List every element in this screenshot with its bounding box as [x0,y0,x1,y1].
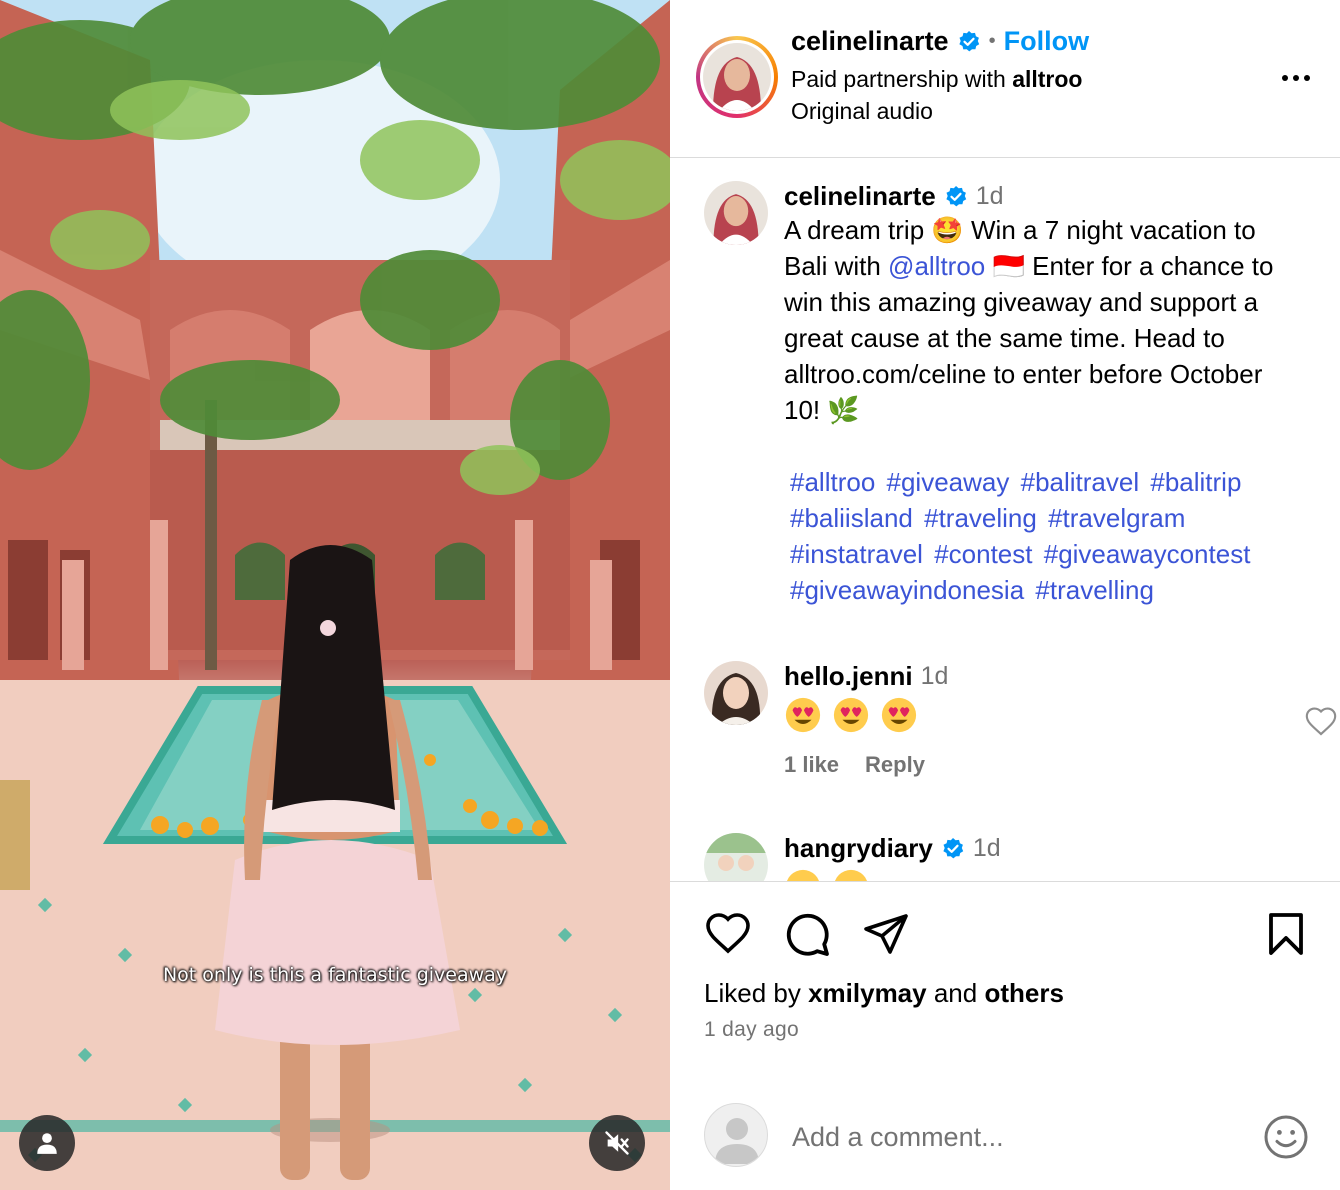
caption-username[interactable]: celinelinarte [784,181,936,212]
post-actions: Liked by xmilymay and others 1 day ago [670,881,1340,1091]
caption-time[interactable]: 1d [976,182,1004,211]
post-header: celinelinarte • Follow Paid partnership … [670,0,1340,158]
comment-time[interactable]: 1d [973,834,1001,863]
mention-link[interactable]: @alltroo [888,251,985,281]
mute-toggle-button[interactable] [589,1115,645,1171]
verified-badge-icon [946,185,966,206]
media-scene [0,0,670,1190]
comment-input[interactable] [792,1117,1222,1157]
hashtag-link[interactable]: #contest [934,539,1032,569]
hashtag-link[interactable]: #giveawaycontest [1044,539,1251,569]
caption-avatar[interactable] [704,181,768,245]
header-user-row: celinelinarte • Follow [791,26,1089,57]
hashtag-link[interactable]: #travelling [1035,575,1154,605]
emoji-indonesia-flag: 🇮🇩 [992,251,1025,281]
hashtag-link[interactable]: #giveawayindonesia [790,575,1024,605]
more-icon [1282,75,1288,81]
emoji-star-struck: 🤩 [931,215,964,245]
comment-likes-count[interactable]: 1 like [784,752,839,778]
comment-time[interactable]: 1d [921,662,949,691]
like-comment-heart-icon[interactable] [1304,705,1338,739]
hashtag-link[interactable]: #balitravel [1021,467,1140,497]
liked-by-summary[interactable]: Liked by xmilymay and others [704,978,1064,1009]
more-options-button[interactable] [1276,66,1316,90]
liked-by-others[interactable]: others [984,978,1063,1008]
emoji-herb: 🌿 [827,395,860,425]
heart-eyes-emoji [785,697,821,733]
partner-link[interactable]: alltroo [1012,66,1082,92]
hashtag-link[interactable]: #alltroo [790,467,875,497]
author-avatar-image [703,43,771,111]
follow-button[interactable]: Follow [1004,26,1089,57]
liked-by-user[interactable]: xmilymay [808,978,927,1008]
post-details-panel: celinelinarte • Follow Paid partnership … [670,0,1340,1190]
current-user-avatar [704,1103,768,1167]
separator-dot: • [988,30,996,52]
comment-icon[interactable] [783,910,831,958]
hashtag-list: #alltroo #giveaway #balitravel #balitrip… [784,464,1304,608]
caption-text: A dream trip 🤩 Win a 7 night vacation to… [784,215,1274,425]
heart-icon[interactable] [704,910,752,958]
video-caption-overlay: Not only is this a fantastic giveaway [162,964,508,986]
bookmark-icon[interactable] [1262,910,1310,958]
share-icon[interactable] [862,910,910,958]
hashtag-link[interactable]: #traveling [924,503,1037,533]
hashtag-link[interactable]: #travelgram [1048,503,1185,533]
comment-text [784,868,1304,881]
emoji-partial [786,869,820,881]
hashtag-link[interactable]: #instatravel [790,539,923,569]
post-timestamp[interactable]: 1 day ago [704,1018,799,1042]
reply-button[interactable]: Reply [865,752,925,778]
hashtag-link[interactable]: #baliisland [790,503,913,533]
partnership-line: Paid partnership with alltroo [791,66,1082,93]
heart-eyes-emoji [881,697,917,733]
comment-avatar[interactable] [704,833,768,881]
verified-badge-icon [943,837,964,858]
comments-list[interactable]: celinelinarte 1d A dream trip 🤩 Win a 7 … [670,159,1340,881]
tagged-users-button[interactable] [19,1115,75,1171]
user-tag-icon [37,1133,57,1154]
comment-text [784,696,1304,734]
partnership-prefix: Paid partnership with [791,66,1013,92]
verified-badge-icon [958,30,979,51]
author-avatar[interactable] [696,36,778,118]
muted-speaker-icon [605,1131,629,1155]
hashtag-link[interactable]: #giveaway [887,467,1010,497]
default-user-icon [715,1118,759,1164]
emoji-icon[interactable] [1262,1113,1310,1161]
emoji-partial [834,869,868,881]
comment-avatar[interactable] [704,661,768,725]
author-username[interactable]: celinelinarte [791,26,949,57]
post-media[interactable]: Not only is this a fantastic giveaway [0,0,670,1190]
heart-eyes-emoji [833,697,869,733]
hashtag-link[interactable]: #balitrip [1150,467,1241,497]
add-comment-bar [670,1091,1340,1190]
comment-username[interactable]: hangrydiary [784,833,933,864]
audio-link[interactable]: Original audio [791,98,933,125]
comment-username[interactable]: hello.jenni [784,661,913,692]
